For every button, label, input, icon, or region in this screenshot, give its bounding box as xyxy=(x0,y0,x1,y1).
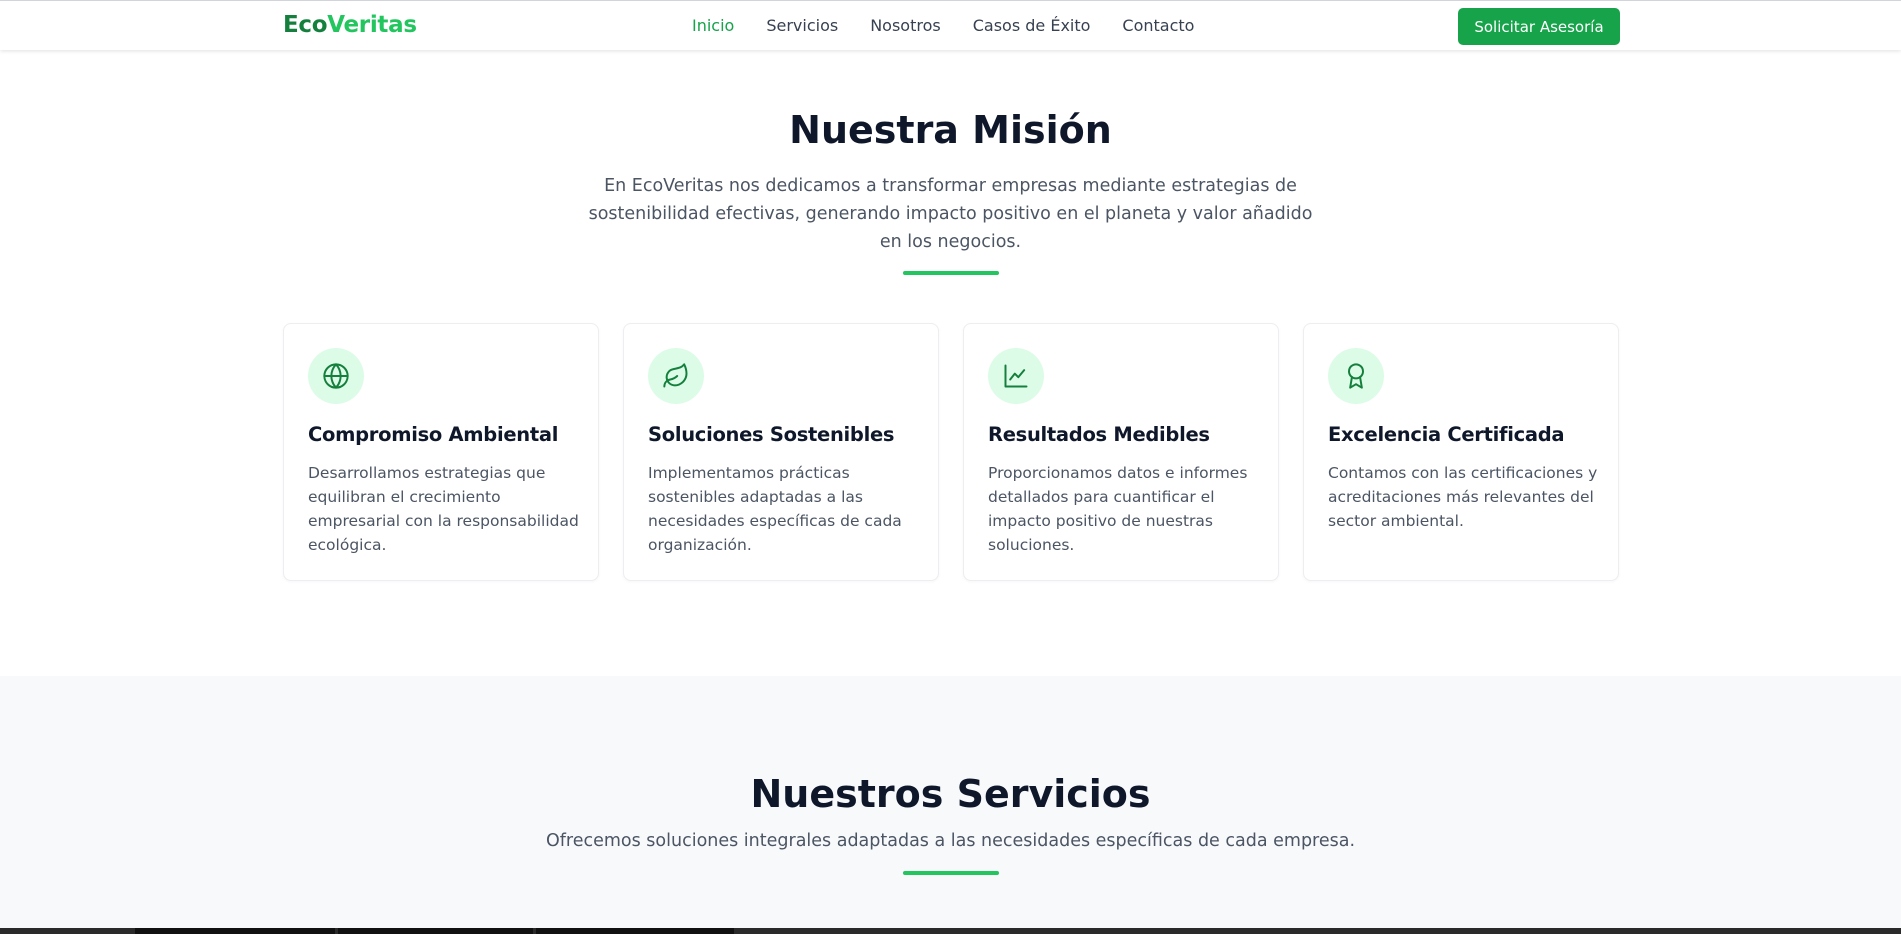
chart-line-icon xyxy=(988,348,1044,404)
nav-link-casos-de-exito[interactable]: Casos de Éxito xyxy=(973,16,1091,35)
card-title: Compromiso Ambiental xyxy=(308,423,559,446)
request-consulting-button[interactable]: Solicitar Asesoría xyxy=(1458,8,1620,45)
card-compromiso-ambiental: Compromiso Ambiental Desarrollamos estra… xyxy=(283,323,599,581)
card-text: Contamos con las certificaciones y acred… xyxy=(1328,464,1598,530)
main-nav: Inicio Servicios Nosotros Casos de Éxito… xyxy=(692,16,1194,35)
brand-logo[interactable]: EcoVeritas xyxy=(283,12,417,38)
leaf-icon xyxy=(648,348,704,404)
services-description: Ofrecemos soluciones integrales adaptada… xyxy=(545,831,1356,851)
services-section: Nuestros Servicios Ofrecemos soluciones … xyxy=(0,676,1901,928)
card-resultados-medibles: Resultados Medibles Proporcionamos datos… xyxy=(963,323,1279,581)
card-title: Resultados Medibles xyxy=(988,423,1210,446)
card-title: Excelencia Certificada xyxy=(1328,423,1565,446)
brand-logo-veritas: Veritas xyxy=(327,12,417,38)
nav-link-inicio[interactable]: Inicio xyxy=(692,16,734,35)
taskbar-item[interactable] xyxy=(338,928,533,934)
brand-logo-eco: Eco xyxy=(283,12,328,38)
card-excelencia-certificada: Excelencia Certificada Contamos con las … xyxy=(1303,323,1619,581)
card-title: Soluciones Sostenibles xyxy=(648,423,895,446)
mission-description: En EcoVeritas nos dedicamos a transforma… xyxy=(588,176,1313,252)
taskbar xyxy=(0,928,1901,934)
taskbar-item[interactable] xyxy=(135,928,335,934)
nav-link-nosotros[interactable]: Nosotros xyxy=(870,16,941,35)
card-soluciones-sostenibles: Soluciones Sostenibles Implementamos prá… xyxy=(623,323,939,581)
globe-icon xyxy=(308,348,364,404)
award-icon xyxy=(1328,348,1384,404)
card-text: Implementamos prácticas sostenibles adap… xyxy=(648,464,902,554)
mission-divider xyxy=(903,271,999,275)
mission-title: Nuestra Misión xyxy=(789,108,1112,152)
services-divider xyxy=(903,871,999,875)
card-text: Proporcionamos datos e informes detallad… xyxy=(988,464,1248,554)
nav-link-contacto[interactable]: Contacto xyxy=(1122,16,1194,35)
services-title: Nuestros Servicios xyxy=(750,772,1151,816)
nav-link-servicios[interactable]: Servicios xyxy=(766,16,838,35)
navbar: EcoVeritas Inicio Servicios Nosotros Cas… xyxy=(0,0,1901,50)
taskbar-item[interactable] xyxy=(536,928,734,934)
card-text: Desarrollamos estrategias que equilibran… xyxy=(308,464,579,554)
